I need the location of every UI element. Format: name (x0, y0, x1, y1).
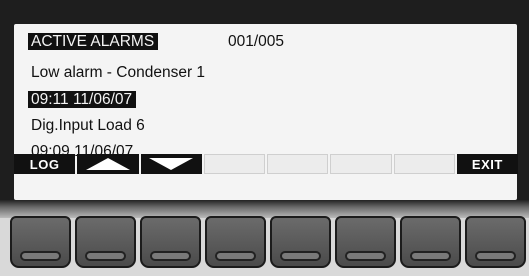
log-label: LOG (29, 156, 60, 172)
alarm-timestamp: 09:11 11/06/07 (28, 91, 137, 108)
scroll-up-softkey[interactable] (77, 154, 139, 174)
function-key-1[interactable] (10, 216, 71, 268)
screen-title-row: ACTIVE ALARMS (28, 32, 159, 52)
alarm-counter: 001/005 (228, 33, 285, 50)
key-grip (280, 251, 321, 261)
key-grip (215, 251, 256, 261)
function-keys (10, 216, 529, 271)
triangle-down-icon (149, 158, 194, 170)
triangle-up-icon (85, 158, 130, 170)
function-key-6[interactable] (335, 216, 396, 268)
scroll-down-softkey[interactable] (140, 154, 202, 174)
function-key-4[interactable] (205, 216, 266, 268)
key-grip (345, 251, 386, 261)
function-key-8[interactable] (465, 216, 526, 268)
key-grip (85, 251, 126, 261)
alarm-timestamp-row[interactable]: 09:11 11/06/07 (28, 90, 137, 110)
key-grip (410, 251, 451, 261)
alarm-message: Dig.Input Load 6 (31, 117, 145, 134)
empty-softkey[interactable] (330, 154, 392, 174)
softkey-bar: LOG EXIT (14, 154, 518, 174)
function-key-5[interactable] (270, 216, 331, 268)
key-grip (475, 251, 516, 261)
exit-softkey[interactable]: EXIT (456, 154, 518, 174)
empty-softkey[interactable] (267, 154, 329, 174)
key-grip (150, 251, 191, 261)
empty-softkey[interactable] (203, 154, 265, 174)
function-key-3[interactable] (140, 216, 201, 268)
screen-title: ACTIVE ALARMS (28, 33, 159, 50)
alarm-message: Low alarm - Condenser 1 (31, 64, 206, 81)
exit-label: EXIT (471, 156, 503, 172)
function-key-2[interactable] (75, 216, 136, 268)
log-softkey[interactable]: LOG (14, 154, 76, 174)
empty-softkey[interactable] (393, 154, 455, 174)
function-key-7[interactable] (400, 216, 461, 268)
key-grip (20, 251, 61, 261)
